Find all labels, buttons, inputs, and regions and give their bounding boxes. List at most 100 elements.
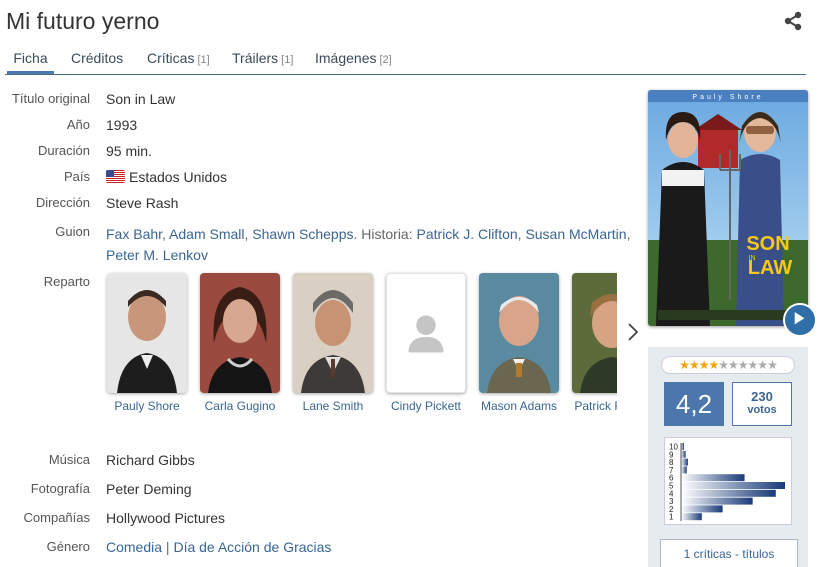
tab-count: [1] — [197, 54, 210, 66]
cast-member[interactable]: Pauly Shore — [107, 273, 187, 413]
tab-label: Imágenes — [315, 50, 377, 66]
page-title: Mi futuro yerno — [6, 8, 160, 34]
chevron-right-icon[interactable] — [627, 322, 639, 342]
headshot-image — [200, 273, 280, 393]
cast-member[interactable]: Carla Gugino — [200, 273, 280, 413]
tab-bar: Ficha Créditos Críticas [1] Tráilers [1] I… — [5, 44, 806, 75]
genre-link[interactable]: Día de Acción de Gracias — [173, 539, 331, 555]
cast-photo — [386, 273, 466, 393]
star-icon: ★ — [737, 358, 749, 372]
writer-link[interactable]: Adam Small — [169, 226, 244, 242]
histogram-bar — [681, 482, 785, 489]
genre-value: Comedia | Día de Acción de Gracias — [106, 539, 331, 555]
star-icon: ★ — [679, 358, 690, 372]
headshot-image — [293, 273, 373, 393]
cast-name[interactable]: Carla Gugino — [200, 399, 280, 413]
cast-name[interactable]: Mason Adams — [479, 399, 559, 413]
tab-criticas[interactable]: Críticas [1] — [147, 50, 210, 74]
cast-member[interactable]: Cindy Pickett — [386, 273, 466, 413]
music-link[interactable]: Richard Gibbs — [106, 452, 195, 468]
original-title-label: Título original — [11, 91, 90, 106]
story-writer-link[interactable]: Susan McMartin — [525, 226, 626, 242]
share-icon[interactable] — [783, 11, 803, 31]
star-icon: ★ — [767, 358, 778, 372]
star-icon: ★ — [698, 358, 710, 372]
histogram-bar — [681, 466, 687, 474]
company-link[interactable]: Hollywood Pictures — [106, 510, 225, 526]
histogram-bar — [681, 505, 723, 513]
story-prefix: Historia: — [361, 226, 413, 242]
cast-label: Reparto — [43, 274, 90, 289]
story-writer-link[interactable]: Peter M. Lenkov — [106, 247, 208, 263]
headshot-image — [107, 273, 187, 393]
companies-label: Compañías — [23, 510, 90, 525]
original-title-value: Son in Law — [106, 91, 176, 107]
play-icon[interactable] — [783, 303, 817, 337]
tab-label: Ficha — [13, 50, 48, 66]
genre-separator: | — [165, 539, 170, 555]
vote-label: votos — [747, 404, 777, 416]
star-icon: ★ — [708, 358, 719, 372]
histogram-chart: 10987654321 — [669, 443, 785, 522]
tab-trailers[interactable]: Tráilers [1] — [232, 50, 293, 74]
country-name: Estados Unidos — [129, 169, 228, 185]
star-icon: ★ — [688, 358, 700, 372]
duration-value: 95 min. — [106, 143, 152, 159]
star-icon: ★ — [718, 358, 729, 372]
year-value: 1993 — [106, 117, 138, 133]
tab-imagenes[interactable]: Imágenes [2] — [315, 50, 392, 74]
tab-creditos[interactable]: Créditos — [71, 50, 123, 74]
histogram-bar — [681, 489, 776, 497]
vote-count-box[interactable]: 230 votos — [732, 382, 792, 426]
tab-count: [2] — [379, 54, 392, 66]
poster-image: Pauly Shore SON IN LAW — [648, 90, 808, 326]
director-link[interactable]: Steve Rash — [106, 195, 178, 211]
histogram-bar — [681, 497, 753, 505]
writer-link[interactable]: Fax Bahr — [106, 226, 162, 242]
cast-carousel: Pauly Shore Carla Gugino Lane Smith Cind… — [104, 265, 617, 425]
genre-link[interactable]: Comedia — [106, 539, 162, 555]
tab-label: Tráilers — [232, 50, 279, 66]
vote-count: 230 — [751, 389, 773, 404]
star-icon: ★ — [747, 358, 759, 372]
music-label: Música — [48, 452, 90, 467]
tab-label: Créditos — [71, 50, 124, 66]
cast-member[interactable]: Lane Smith — [293, 273, 373, 413]
headshot-image — [479, 273, 559, 393]
cast-member[interactable]: Mason Adams — [479, 273, 559, 413]
cast-photo — [293, 273, 373, 393]
histogram-bar — [681, 450, 686, 458]
critics-link[interactable]: 1 críticas - títulos — [660, 539, 798, 567]
poster-title-2: LAW — [748, 257, 793, 279]
star-icon: ★ — [757, 358, 768, 372]
writer-link[interactable]: Shawn Schepps — [252, 226, 353, 242]
cast-name[interactable]: Patrick Renna — [572, 399, 617, 413]
script-label: Guion — [55, 224, 90, 239]
cast-name[interactable]: Cindy Pickett — [386, 399, 466, 413]
duration-label: Duración — [37, 143, 90, 158]
star-rating: ★★★★★★★★★★ — [661, 356, 795, 374]
histogram-tick-label: 1 — [669, 513, 674, 522]
movie-poster[interactable]: Pauly Shore SON IN LAW — [648, 90, 808, 326]
cast-member[interactable]: Patrick Renna — [572, 273, 617, 413]
cast-photo — [572, 273, 617, 393]
poster-title-1: SON — [746, 233, 789, 255]
tab-count: [1] — [281, 54, 294, 66]
cast-photo — [479, 273, 559, 393]
direction-label: Dirección — [35, 195, 90, 210]
cast-photo — [200, 273, 280, 393]
poster-top-text: Pauly Shore — [692, 94, 763, 101]
country-label: País — [63, 169, 90, 184]
story-writer-link[interactable]: Patrick J. Clifton — [417, 226, 518, 242]
tab-ficha[interactable]: Ficha — [7, 50, 54, 74]
photography-label: Fotografía — [30, 481, 90, 496]
cast-name[interactable]: Pauly Shore — [107, 399, 187, 413]
cast-name[interactable]: Lane Smith — [293, 399, 373, 413]
photography-link[interactable]: Peter Deming — [106, 481, 192, 497]
country-value: Estados Unidos — [106, 169, 227, 185]
rating-histogram: 10 9 8 7 6 5 4 3 2 1 — [664, 437, 792, 525]
tab-label: Críticas — [147, 50, 195, 66]
headshot-image — [572, 273, 617, 393]
cast-photo — [107, 273, 187, 393]
genre-label: Género — [46, 539, 90, 554]
